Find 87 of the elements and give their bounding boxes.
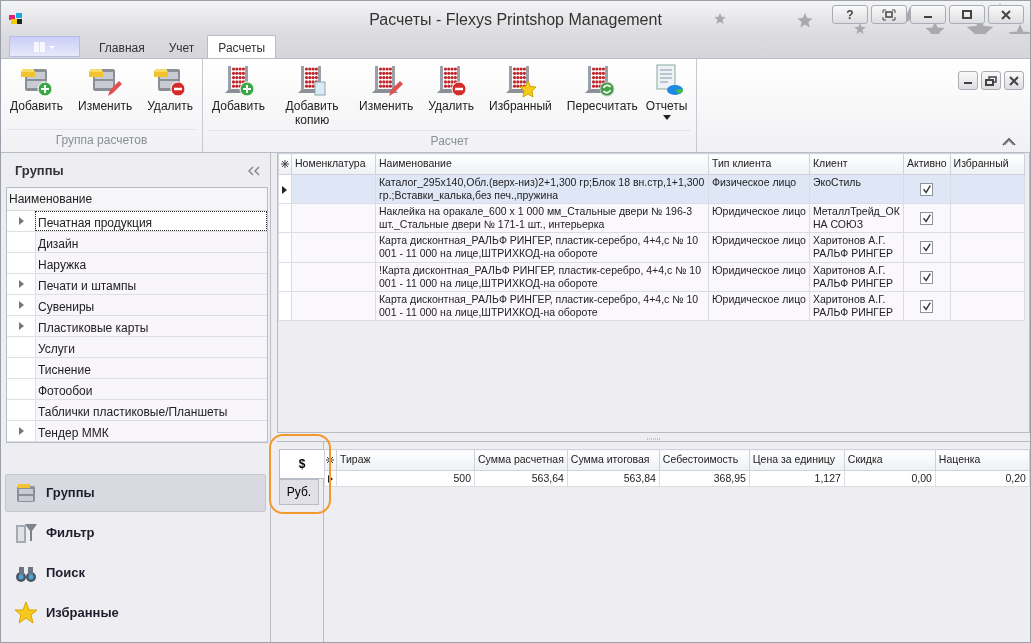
nav-item[interactable]: Поиск (5, 554, 266, 592)
table-cell: Харитонов А.Г. РАЛЬФ РИНГЕР (809, 262, 904, 292)
ribbon-button[interactable]: Добавить (7, 61, 67, 129)
tree-item[interactable]: Наружка (35, 252, 267, 273)
table-cell: Карта дисконтная_РАЛЬФ РИНГЕР, пластик-серебро, 4+4,с № 10 001 - 11 000 на лице,ШТРИХКОД-на обороте (375, 291, 709, 321)
group-title: Расчет (209, 129, 691, 153)
currency-tab[interactable]: Руб. (279, 479, 319, 505)
checkbox[interactable] (920, 270, 934, 284)
expand-icon[interactable] (18, 300, 24, 309)
table-cell: Каталог_295x140,Обл.(верх-низ)2+1,300 гр;Блок 18 вн.стр,1+1,300 гр.;Вставки_калька,без печ.,пружина (375, 174, 709, 204)
group-title: Группа расчетов (7, 129, 196, 152)
ribbon-tab[interactable]: Расчеты (207, 35, 277, 58)
column-header[interactable]: Скидка (844, 449, 936, 471)
column-header[interactable]: Сумма итоговая (567, 449, 660, 471)
column-header[interactable]: Активно (903, 153, 951, 175)
table-cell: Юридическое лицо (708, 232, 810, 262)
table-cell: Харитонов А.Г. РАЛЬФ РИНГЕР (809, 291, 904, 321)
star-icon[interactable] (14, 601, 38, 625)
table-cell: Физическое лицо (708, 174, 810, 204)
expand-icon[interactable] (18, 426, 24, 435)
ribbon-button[interactable]: Изменить (356, 61, 417, 130)
close-button[interactable] (988, 5, 1024, 24)
tree-item[interactable]: Тендер ММК (35, 420, 267, 441)
table-cell: Харитонов А.Г. РАЛЬФ РИНГЕР (809, 232, 904, 262)
ribbon-button[interactable]: Изменить (75, 61, 136, 129)
panel-title: Группы (15, 162, 64, 180)
ribbon-button[interactable]: Добавить копию (277, 61, 348, 130)
column-header[interactable]: Номенклатура (291, 153, 376, 175)
maximize-button[interactable] (949, 5, 985, 24)
nav-item[interactable]: Фильтр (5, 514, 266, 552)
caret-icon[interactable] (662, 115, 671, 121)
table-cell: МеталлТрейд_ОКНА СОЮЗ (809, 203, 904, 233)
tree-item[interactable]: Услуги (35, 336, 267, 357)
checkbox[interactable] (920, 299, 934, 313)
ribbon-button[interactable]: Отчеты (642, 61, 691, 130)
table-cell: Наклейка на оракале_600 х 1 000 мм_Стальные двери № 196-3 шт._Стальные двери № 171-1 шт., интерьерка (375, 203, 709, 233)
column-header[interactable]: Себестоимость (659, 449, 750, 471)
checkbox[interactable] (920, 241, 934, 255)
fullscreen-icon[interactable] (882, 8, 896, 21)
tree-item[interactable]: Пластиковые карты (35, 315, 267, 336)
collapse-panel-icon[interactable] (248, 165, 260, 176)
nav-item[interactable]: Избранные (5, 594, 266, 632)
tree-item[interactable]: Сувениры (35, 294, 267, 315)
tree-item[interactable]: Фотообои (35, 378, 267, 399)
column-header[interactable]: Наценка (935, 449, 1030, 471)
table-cell: Юридическое лицо (708, 291, 810, 321)
maximize-icon[interactable] (960, 8, 974, 21)
column-header[interactable]: Тираж (336, 449, 475, 471)
new-row-icon (326, 456, 334, 465)
checkbox[interactable] (920, 212, 934, 225)
column-header[interactable]: Избранный (950, 153, 1025, 175)
tree-item[interactable]: Таблички пластиковые/Планшеты (35, 399, 267, 420)
ribbon-button[interactable]: Удалить (144, 61, 196, 129)
ribbon-tab[interactable]: Учет (157, 35, 206, 58)
table-cell: ЭкоСтиль (809, 174, 904, 204)
checkbox[interactable] (920, 182, 934, 196)
expand-icon[interactable] (18, 279, 24, 288)
filter-icon[interactable] (14, 521, 38, 545)
fullscreen-button[interactable] (871, 5, 907, 24)
ribbon-button[interactable]: Избранный (486, 61, 555, 130)
expand-icon[interactable] (18, 321, 24, 330)
table-cell: !Карта дисконтная_РАЛЬФ РИНГЕР, пластик-серебро, 4+4,с № 10 001 - 11 000 на лице,ШТРИХКОД-на обороте (375, 262, 709, 292)
table-cell: Юридическое лицо (708, 262, 810, 292)
tree-item[interactable]: Печатная продукция (35, 210, 267, 231)
nav-item[interactable]: Группы (5, 474, 266, 512)
minimize-button[interactable] (910, 5, 946, 24)
ribbon-button[interactable]: Удалить (425, 61, 478, 130)
help-button[interactable]: ? (832, 5, 868, 24)
column-header[interactable]: Клиент (809, 153, 904, 175)
column-header[interactable]: Сумма расчетная (474, 449, 568, 471)
column-header[interactable]: Тип клиента (708, 153, 810, 175)
ribbon-button[interactable]: Добавить (209, 61, 269, 130)
expand-icon[interactable] (18, 216, 24, 225)
tree-item[interactable]: Дизайн (35, 231, 267, 252)
table-cell: Юридическое лицо (708, 203, 810, 233)
collapse-ribbon-icon[interactable] (1002, 137, 1016, 146)
column-header[interactable]: Цена за единицу (749, 449, 845, 471)
close-icon[interactable] (999, 8, 1013, 21)
window-title: Расчеты - Flexys Printshop Management (369, 10, 662, 30)
new-row-icon (281, 160, 289, 169)
column-header: Наименование (7, 187, 267, 211)
currency-tab[interactable]: $ (279, 449, 324, 479)
column-header[interactable]: Наименование (375, 153, 709, 175)
tree-item[interactable]: Печати и штампы (35, 273, 267, 294)
table-cell: Карта дисконтная_РАЛЬФ РИНГЕР, пластик-серебро, 4+4,с № 10 001 - 11 000 на лице,ШТРИХКОД-на обороте (375, 232, 709, 262)
ribbon-tab[interactable]: Главная (88, 35, 156, 58)
tree-item[interactable]: Тиснение (35, 357, 267, 378)
